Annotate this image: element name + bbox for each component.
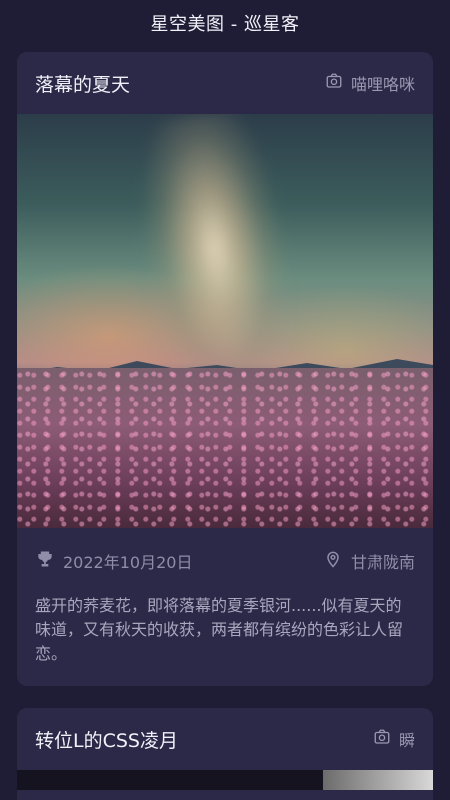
photo-highlight — [323, 770, 433, 790]
trophy-icon — [35, 549, 55, 573]
camera-icon — [325, 72, 343, 94]
date-info: 2022年10月20日 — [35, 549, 192, 573]
card-title: 落幕的夏天 — [35, 73, 131, 96]
app-title-bar: 星空美图 - 巡星客 — [0, 0, 450, 46]
buckwheat-field — [17, 368, 433, 528]
location-pin-icon — [323, 549, 343, 573]
photo-thumbnail-partial[interactable] — [17, 770, 433, 790]
milky-way-photo[interactable] — [17, 114, 433, 528]
photo-description: 盛开的荞麦花，即将落幕的夏季银河......似有夏天的味道，又有秋天的收获，两者… — [35, 596, 404, 663]
card-header: 落幕的夏天 喵哩咯咪 — [17, 52, 433, 114]
photo-date: 2022年10月20日 — [63, 553, 193, 572]
photo-location: 甘肃陇南 — [350, 553, 415, 572]
author-name: 喵哩咯咪 — [350, 75, 415, 94]
photo-card[interactable]: 转位L的CSS凌月 瞬 — [17, 708, 433, 800]
location-info: 甘肃陇南 — [323, 549, 415, 573]
author-name: 瞬 — [398, 731, 415, 750]
meta-row: 2022年10月20日 甘肃陇南 — [17, 528, 433, 594]
app-title: 星空美图 - 巡星客 — [150, 14, 300, 35]
card-title: 转位L的CSS凌月 — [35, 729, 178, 752]
camera-icon — [373, 728, 391, 750]
photo-card[interactable]: 落幕的夏天 喵哩咯咪 2022年10月20日 甘肃陇南 盛开的荞麦花，即将落幕的… — [17, 52, 433, 686]
author-info[interactable]: 喵哩咯咪 — [325, 71, 415, 95]
author-info[interactable]: 瞬 — [373, 727, 415, 751]
card-header: 转位L的CSS凌月 瞬 — [17, 708, 433, 770]
